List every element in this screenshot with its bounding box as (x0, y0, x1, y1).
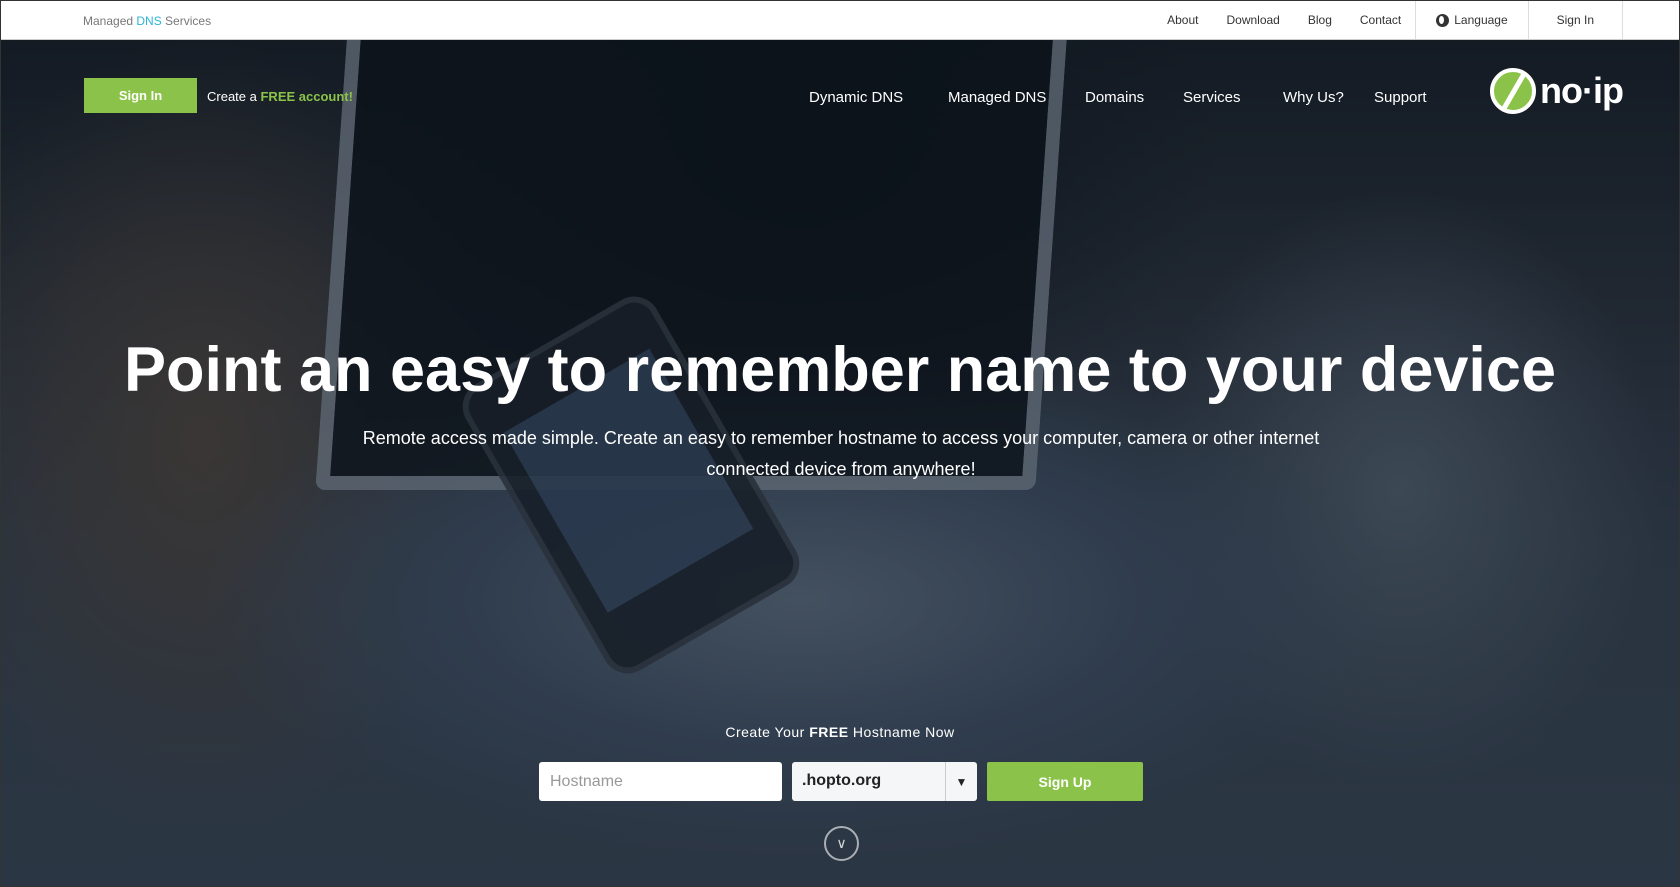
domain-select[interactable]: .hopto.org ▼ (792, 762, 977, 801)
nav-managed-dns[interactable]: Managed DNS (948, 89, 1046, 106)
tagline: Managed DNS Services (83, 14, 212, 28)
nav-why-us[interactable]: Why Us? (1283, 89, 1344, 106)
top-sign-in-link[interactable]: Sign In (1527, 1, 1623, 39)
hero-title: Point an easy to remember name to your d… (124, 335, 1556, 405)
nav-support[interactable]: Support (1374, 89, 1427, 106)
globe-icon (1436, 13, 1450, 27)
top-link-contact[interactable]: Contact (1346, 1, 1415, 39)
language-label: Language (1454, 13, 1508, 27)
sign-in-button[interactable]: Sign In (84, 78, 197, 113)
chevron-down-icon[interactable]: ▼ (945, 762, 977, 801)
nav-services[interactable]: Services (1183, 89, 1241, 106)
create-account-link[interactable]: Create a FREE account! (207, 89, 353, 104)
nav-dynamic-dns[interactable]: Dynamic DNS (809, 89, 903, 106)
language-selector[interactable]: Language (1415, 1, 1527, 39)
noip-logo[interactable]: no·ip (1490, 68, 1624, 114)
hostname-input[interactable] (539, 762, 782, 801)
circle-chevron-down-icon[interactable]: ∨ (824, 826, 859, 861)
domain-value: .hopto.org (802, 772, 882, 789)
top-link-blog[interactable]: Blog (1294, 1, 1346, 39)
top-bar: Managed DNS Services About Download Blog… (1, 1, 1679, 40)
top-link-about[interactable]: About (1153, 1, 1212, 39)
nav-domains[interactable]: Domains (1085, 89, 1144, 106)
top-link-download[interactable]: Download (1212, 1, 1293, 39)
sign-up-button[interactable]: Sign Up (987, 762, 1143, 801)
cta-label: Create Your FREE Hostname Now (725, 724, 955, 740)
hero: Sign In Create a FREE account! Dynamic D… (1, 40, 1679, 886)
hero-subtitle: Remote access made simple. Create an eas… (362, 428, 1320, 479)
